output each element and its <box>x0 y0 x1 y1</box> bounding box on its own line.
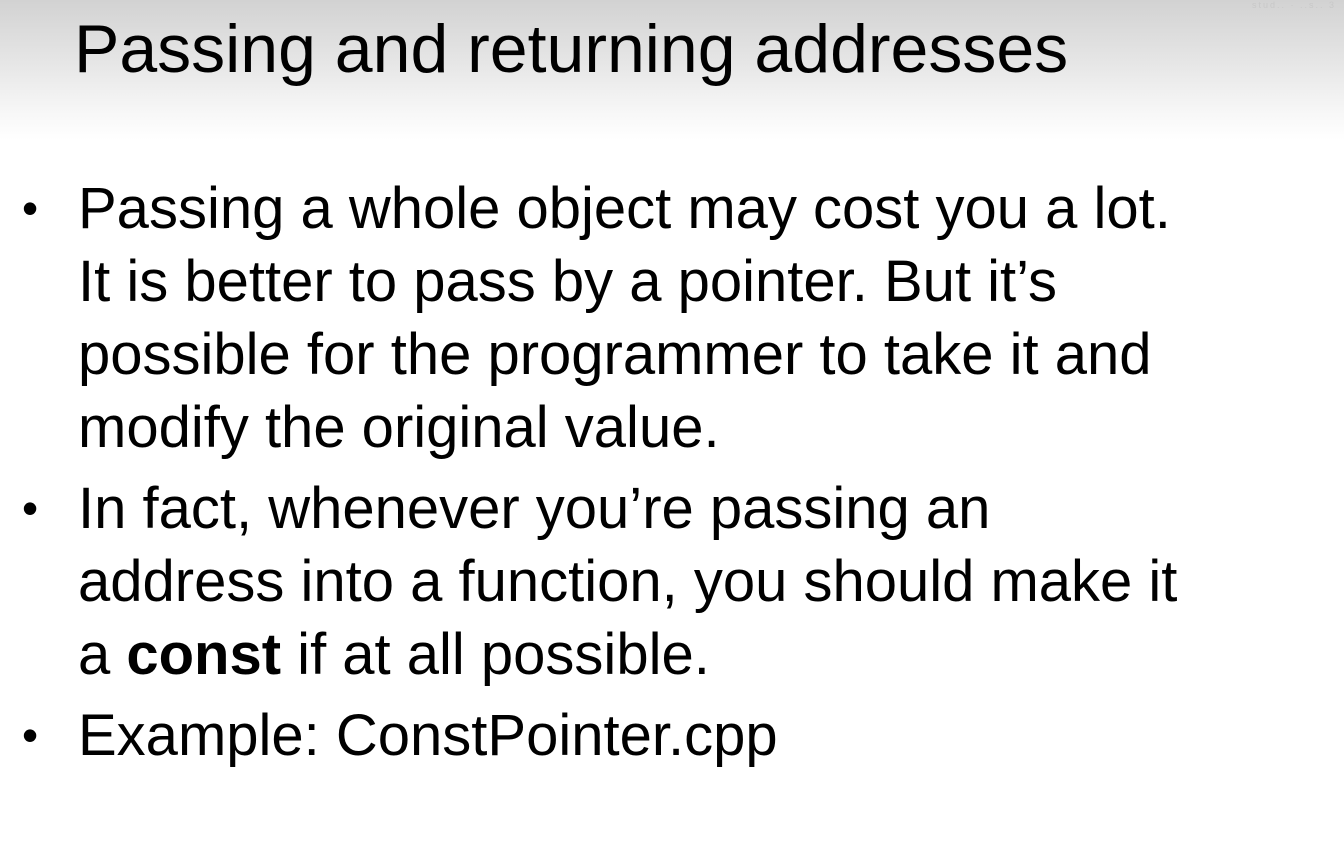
bullet-line: It is better to pass by a pointer. But i… <box>78 249 1058 314</box>
bullet-line: Example: ConstPointer.cpp <box>78 703 778 768</box>
keyword-const: const <box>126 622 282 687</box>
bullet-line: In fact, whenever you’re passing an <box>78 476 991 541</box>
bullet-item: • Example: ConstPointer.cpp <box>0 699 1308 772</box>
slide-title: Passing and returning addresses <box>74 11 1069 87</box>
bullet-dot-icon: • <box>22 182 39 234</box>
bullet-line: possible for the programmer to take it a… <box>78 322 1152 387</box>
watermark: stud.. · ..s.. 3 <box>1251 0 1336 10</box>
bullet-dot-icon: • <box>22 709 39 761</box>
bullet-line-with-keyword: a const if at all possible. <box>78 618 1308 691</box>
bullet-item: • In fact, whenever you’re passing an ad… <box>0 472 1308 691</box>
bullet-list: • Passing a whole object may cost you a … <box>0 172 1344 780</box>
text-before-keyword: a <box>78 622 127 687</box>
bullet-item: • Passing a whole object may cost you a … <box>0 172 1308 464</box>
bullet-line: modify the original value. <box>78 395 720 460</box>
slide: Passing and returning addresses stud.. ·… <box>0 0 1344 866</box>
bullet-line: Passing a whole object may cost you a lo… <box>78 176 1171 241</box>
bullet-line: address into a function, you should make… <box>78 549 1178 614</box>
text-after-keyword: if at all possible. <box>281 622 710 687</box>
bullet-dot-icon: • <box>22 482 39 534</box>
